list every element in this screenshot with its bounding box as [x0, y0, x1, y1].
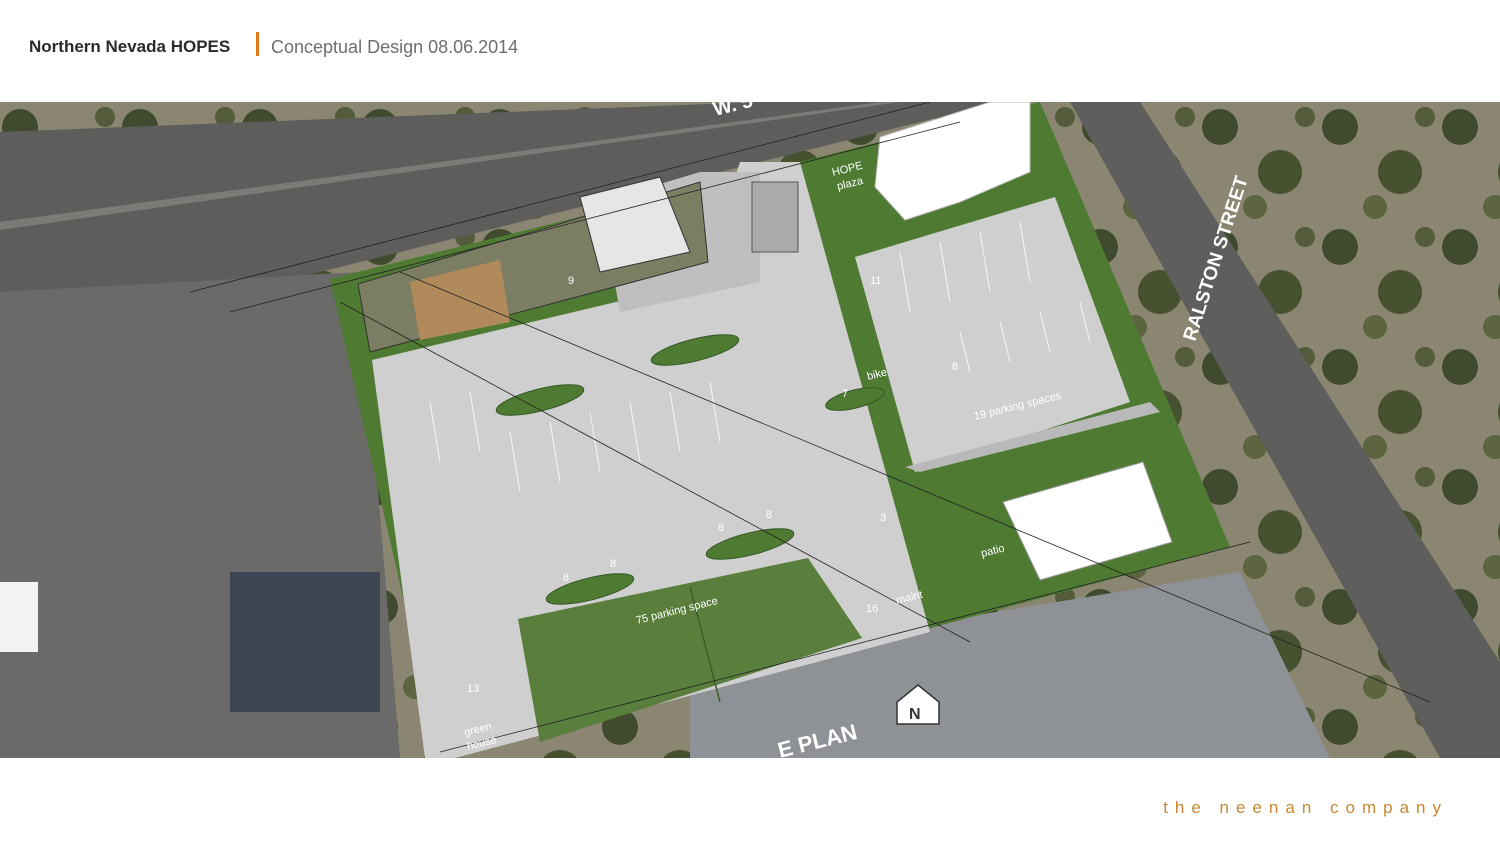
company-brand: the neenan company: [1163, 798, 1448, 817]
footer: the neenan company: [0, 758, 1500, 852]
count-8-a: 8: [718, 522, 724, 534]
design-subtitle: Conceptual Design 08.06.2014: [271, 37, 519, 57]
count-8-d: 8: [610, 558, 616, 570]
header: Northern Nevada HOPES Conceptual Design …: [0, 0, 1500, 102]
count-8-east: 8: [952, 361, 958, 373]
count-8-b: 8: [766, 509, 772, 521]
count-7: 7: [842, 388, 848, 400]
north-arrow-letter: N: [909, 706, 921, 723]
count-3: 3: [880, 512, 886, 524]
site-plan-map: W. 5 RALSTON STREET E PLAN HOPE plaza bi…: [0, 102, 1500, 758]
project-title: Northern Nevada HOPES: [29, 37, 231, 56]
entry-canopy: [751, 181, 799, 253]
count-9: 9: [568, 275, 574, 287]
site-plan-svg: W. 5 RALSTON STREET E PLAN HOPE plaza bi…: [0, 102, 1500, 758]
west-building: [230, 572, 380, 712]
count-8-c: 8: [563, 572, 569, 584]
title-divider: [256, 32, 259, 56]
parked-truck: [0, 582, 38, 652]
count-11: 11: [870, 275, 881, 287]
count-13: 13: [467, 683, 479, 695]
count-16: 16: [866, 603, 878, 615]
